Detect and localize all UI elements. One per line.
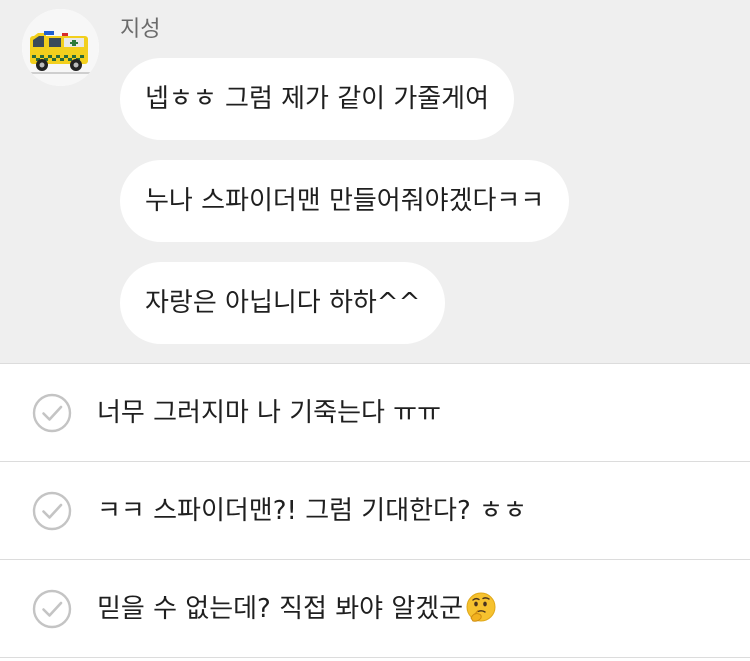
reply-option-row: 믿을 수 없는데? 직접 봐야 알겠군 <box>97 560 497 658</box>
message-bubble[interactable]: 자랑은 아닙니다 하하^^ <box>120 262 446 344</box>
check-circle-icon <box>32 393 72 433</box>
reply-option[interactable]: 너무 그러지마 나 기죽는다 ㅠㅠ <box>0 364 750 462</box>
sender-name: 지성 <box>120 17 161 42</box>
reply-option-text: 믿을 수 없는데? 직접 봐야 알겠군 <box>97 594 464 624</box>
chat-message-area: 지성 넵ㅎㅎ 그럼 제가 같이 가줄게여 누나 스파이더맨 만들어줘야겠다ㅋㅋ … <box>0 0 750 363</box>
check-circle-icon <box>32 589 72 629</box>
reply-option-text: ㅋㅋ 스파이더맨?! 그럼 기대한다? ㅎㅎ <box>97 496 527 526</box>
ambulance-avatar-icon <box>22 9 99 86</box>
reply-option[interactable]: ㅋㅋ 스파이더맨?! 그럼 기대한다? ㅎㅎ <box>0 462 750 560</box>
check-circle-icon <box>32 491 72 531</box>
message-bubble[interactable]: 넵ㅎㅎ 그럼 제가 같이 가줄게여 <box>120 58 515 140</box>
thinking-face-emoji-icon <box>466 592 496 622</box>
reply-option-text: 너무 그러지마 나 기죽는다 ㅠㅠ <box>97 398 442 428</box>
avatar[interactable] <box>22 9 99 86</box>
reply-options-list: 너무 그러지마 나 기죽는다 ㅠㅠ ㅋㅋ 스파이더맨?! 그럼 기대한다? ㅎㅎ… <box>0 363 750 661</box>
message-bubble[interactable]: 누나 스파이더맨 만들어줘야겠다ㅋㅋ <box>120 160 570 242</box>
reply-option[interactable]: 믿을 수 없는데? 직접 봐야 알겠군 <box>0 560 750 658</box>
